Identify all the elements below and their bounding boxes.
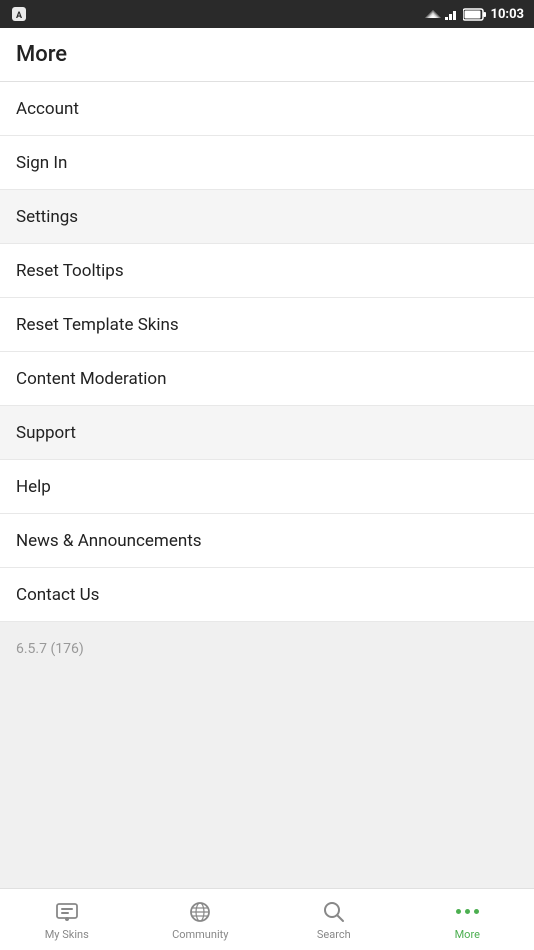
menu-item-label-settings: Settings [16,207,78,227]
page-title: More [16,42,518,67]
menu-item-label-help: Help [16,477,51,497]
menu-list: Account Sign In Settings Reset Tooltips Rese… [0,82,534,622]
menu-item-help[interactable]: Help [0,460,534,514]
menu-item-news-announcements[interactable]: News & Announcements [0,514,534,568]
nav-item-more[interactable]: More [401,889,534,950]
bottom-nav: My Skins Community Search [0,888,534,950]
menu-item-reset-template-skins[interactable]: Reset Template Skins [0,298,534,352]
menu-item-settings[interactable]: Settings [0,190,534,244]
menu-item-sign-in[interactable]: Sign In [0,136,534,190]
nav-item-search-label: Search [317,928,351,941]
version-text: 6.5.7 (176) [16,641,84,657]
status-bar-left: A [10,5,28,23]
nav-item-search[interactable]: Search [267,889,401,950]
menu-item-label-news-announcements: News & Announcements [16,531,202,551]
my-skins-icon [54,899,80,925]
nav-item-my-skins[interactable]: My Skins [0,889,134,950]
community-icon [187,899,213,925]
content-area: Account Sign In Settings Reset Tooltips Rese… [0,82,534,942]
svg-text:A: A [16,11,23,21]
nav-item-community-label: Community [172,928,228,941]
more-icon [454,899,480,925]
status-bar-right: 10:03 [425,7,525,22]
menu-item-label-sign-in: Sign In [16,153,67,173]
menu-item-label-reset-template-skins: Reset Template Skins [16,315,179,335]
menu-item-label-contact-us: Contact Us [16,585,99,605]
nav-item-community[interactable]: Community [134,889,268,950]
menu-item-label-account: Account [16,99,79,119]
version-area: 6.5.7 (176) [0,622,534,798]
wifi-icon [445,8,459,20]
menu-item-label-support: Support [16,423,76,443]
app-icon: A [10,5,28,23]
search-icon [321,899,347,925]
page-header: More [0,28,534,82]
signal-icon [425,8,441,20]
menu-item-reset-tooltips[interactable]: Reset Tooltips [0,244,534,298]
menu-item-account[interactable]: Account [0,82,534,136]
menu-item-contact-us[interactable]: Contact Us [0,568,534,622]
menu-item-label-content-moderation: Content Moderation [16,369,167,389]
menu-item-support[interactable]: Support [0,406,534,460]
battery-icon [463,8,487,21]
nav-item-more-label: More [455,928,480,941]
nav-item-my-skins-label: My Skins [45,928,89,941]
status-time: 10:03 [491,7,525,22]
menu-item-content-moderation[interactable]: Content Moderation [0,352,534,406]
menu-item-label-reset-tooltips: Reset Tooltips [16,261,124,281]
status-bar: A 10:03 [0,0,534,28]
